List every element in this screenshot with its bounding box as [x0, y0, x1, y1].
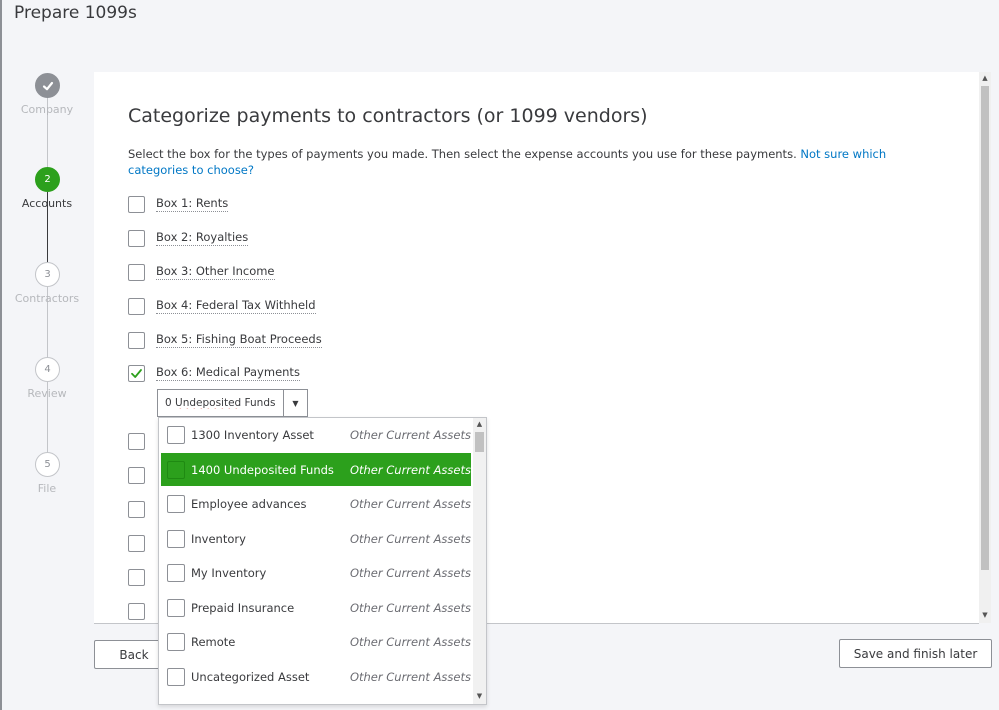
option-type: Other Current Assets — [349, 496, 471, 511]
box-5-checkbox[interactable] — [128, 331, 145, 349]
option-name: My Inventory — [191, 565, 267, 580]
caret-down-icon: ▼ — [292, 398, 299, 408]
option-type: Other Current Assets — [349, 427, 471, 442]
box-row-royalties: Box 2: Royalties — [128, 229, 249, 247]
box-3-checkbox[interactable] — [128, 263, 145, 281]
box-9-checkbox[interactable] — [128, 501, 145, 518]
option-checkbox[interactable] — [167, 598, 185, 617]
step-label-file: File — [37, 482, 57, 495]
box-6-checkbox[interactable] — [128, 364, 145, 382]
box-14-checkbox[interactable] — [128, 603, 145, 620]
page-title: Prepare 1099s — [14, 3, 137, 23]
dropdown-option[interactable]: Employee advances Other Current Assets — [161, 487, 471, 520]
box-4-checkbox[interactable] — [128, 297, 145, 315]
option-type: Other Current Assets — [349, 669, 471, 684]
section-description: Select the box for the types of payments… — [128, 146, 928, 178]
description-text: Select the box for the types of payments… — [128, 147, 801, 161]
dropdown-option[interactable]: My Inventory Other Current Assets — [161, 556, 471, 589]
option-type: Other Current Assets — [349, 462, 471, 477]
option-checkbox[interactable] — [167, 529, 185, 548]
box-2-checkbox[interactable] — [128, 229, 145, 247]
box-1-checkbox[interactable] — [128, 195, 145, 213]
dropdown-toggle-button[interactable]: ▼ — [283, 390, 307, 416]
save-and-finish-later-button[interactable]: Save and finish later — [839, 639, 992, 668]
option-name: 1300 Inventory Asset — [191, 427, 314, 442]
box-row-fishing-boat: Box 5: Fishing Boat Proceeds — [128, 331, 322, 349]
option-checkbox[interactable] — [167, 425, 185, 444]
step-number-review: 4 — [35, 357, 60, 382]
box-row-other-income: Box 3: Other Income — [128, 263, 275, 281]
scroll-thumb[interactable] — [981, 86, 989, 570]
wizard-stepper: Company 2 Accounts 3 Contractors 4 Revie… — [0, 72, 94, 502]
option-checkbox[interactable] — [167, 632, 185, 651]
dropdown-option[interactable]: Inventory Other Current Assets — [161, 522, 471, 555]
dropdown-scrollbar[interactable]: ▲ ▼ — [473, 418, 486, 704]
dropdown-option[interactable]: Remote Other Current Assets — [161, 625, 471, 658]
step-label-company: Company — [20, 103, 74, 116]
account-select[interactable]: 0 Undeposited Funds ▼ — [157, 389, 308, 417]
section-title: Categorize payments to contractors (or 1… — [128, 105, 648, 127]
scroll-up-icon[interactable]: ▲ — [473, 418, 486, 430]
box-2-label[interactable]: Box 2: Royalties — [156, 230, 249, 246]
option-type: Other Current Assets — [349, 600, 471, 615]
dropdown-scroll-thumb[interactable] — [475, 432, 484, 452]
option-name: Inventory — [191, 531, 246, 546]
box-6-label[interactable]: Box 6: Medical Payments — [156, 365, 300, 381]
panel-scrollbar[interactable]: ▲ ▼ — [979, 72, 991, 623]
step-label-contractors: Contractors — [14, 292, 80, 305]
dropdown-option-highlighted[interactable]: 1400 Undeposited Funds Other Current Ass… — [161, 453, 471, 486]
box-4-label[interactable]: Box 4: Federal Tax Withheld — [156, 298, 316, 314]
scroll-down-icon[interactable]: ▼ — [979, 609, 991, 621]
option-name: Prepaid Insurance — [191, 600, 295, 615]
option-checkbox[interactable] — [167, 667, 185, 686]
dropdown-option[interactable]: Prepaid Insurance Other Current Assets — [161, 591, 471, 624]
option-name: Remote — [191, 634, 236, 649]
box-7-checkbox[interactable] — [128, 433, 145, 450]
box-13-checkbox[interactable] — [128, 569, 145, 586]
option-type: Other Current Assets — [349, 565, 471, 580]
box-8-checkbox[interactable] — [128, 467, 145, 484]
dropdown-option[interactable]: 1300 Inventory Asset Other Current Asset… — [161, 418, 471, 451]
option-name: 1400 Undeposited Funds — [191, 462, 334, 477]
step-number-contractors: 3 — [35, 262, 60, 287]
box-row-rents: Box 1: Rents — [128, 195, 229, 213]
step-number-accounts: 2 — [35, 167, 60, 192]
box-10-checkbox[interactable] — [128, 535, 145, 552]
box-5-label[interactable]: Box 5: Fishing Boat Proceeds — [156, 332, 322, 348]
box-row-federal-tax: Box 4: Federal Tax Withheld — [128, 297, 316, 315]
option-name: Employee advances — [191, 496, 307, 511]
account-dropdown-list[interactable]: 1300 Inventory Asset Other Current Asset… — [158, 417, 487, 705]
step-label-review: Review — [27, 387, 67, 400]
box-1-label[interactable]: Box 1: Rents — [156, 196, 229, 212]
option-checkbox[interactable] — [167, 460, 185, 479]
option-checkbox[interactable] — [167, 563, 185, 582]
dropdown-option[interactable]: Uncategorized Asset Other Current Assets — [161, 660, 471, 693]
checkmark-icon — [131, 368, 142, 378]
step-label-accounts: Accounts — [21, 197, 73, 210]
box-3-label[interactable]: Box 3: Other Income — [156, 264, 275, 280]
option-type: Other Current Assets — [349, 634, 471, 649]
option-type: Other Current Assets — [349, 531, 471, 546]
scroll-up-icon[interactable]: ▲ — [979, 72, 991, 84]
option-name: Uncategorized Asset — [191, 669, 310, 684]
step-company-check-icon — [35, 73, 60, 98]
box-row-medical: Box 6: Medical Payments — [128, 364, 300, 382]
scroll-down-icon[interactable]: ▼ — [473, 690, 486, 702]
step-number-file: 5 — [35, 452, 60, 477]
account-select-value[interactable]: 0 Undeposited Funds — [158, 397, 283, 409]
option-checkbox[interactable] — [167, 494, 185, 513]
